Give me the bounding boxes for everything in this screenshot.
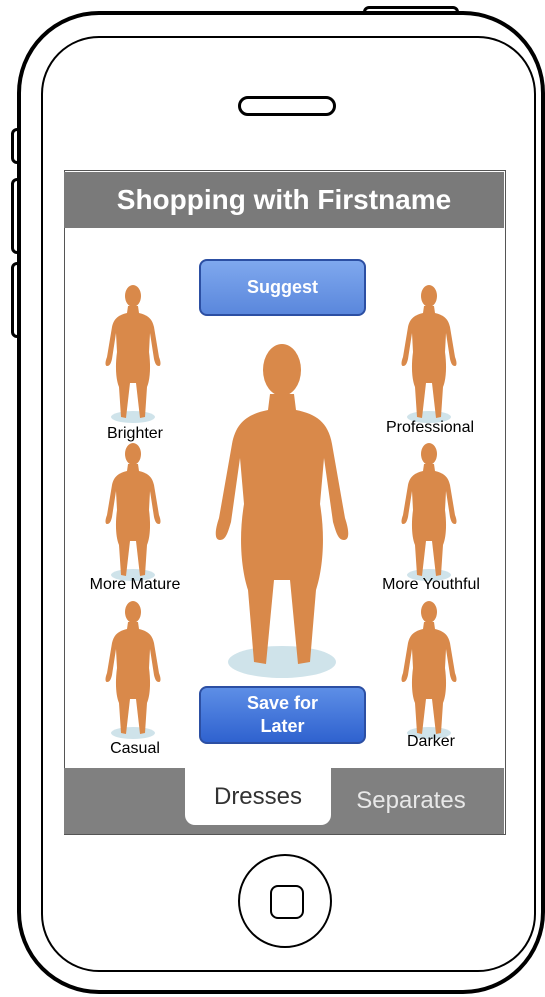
brighter-label[interactable]: Brighter [96, 425, 174, 443]
casual-mannequin-icon[interactable] [104, 600, 162, 742]
professional-mannequin-icon[interactable] [400, 284, 458, 426]
save-for-later-button[interactable]: Save for Later [199, 686, 366, 744]
speaker-slot [238, 96, 336, 116]
casual-label[interactable]: Casual [98, 740, 172, 758]
more-youthful-label[interactable]: More Youthful [370, 576, 492, 594]
brighter-mannequin-icon[interactable] [104, 284, 162, 426]
suggest-button[interactable]: Suggest [199, 259, 366, 316]
tab-dresses[interactable]: Dresses [185, 768, 331, 825]
darker-label[interactable]: Darker [394, 733, 468, 751]
professional-label[interactable]: Professional [372, 419, 488, 437]
home-button-icon [270, 885, 304, 919]
more-mature-label[interactable]: More Mature [80, 576, 190, 594]
darker-mannequin-icon[interactable] [400, 600, 458, 742]
main-mannequin-icon [212, 340, 352, 686]
more-mature-mannequin-icon[interactable] [104, 442, 162, 584]
tab-separates[interactable]: Separates [336, 768, 486, 834]
page-title: Shopping with Firstname [64, 172, 504, 228]
more-youthful-mannequin-icon[interactable] [400, 442, 458, 584]
